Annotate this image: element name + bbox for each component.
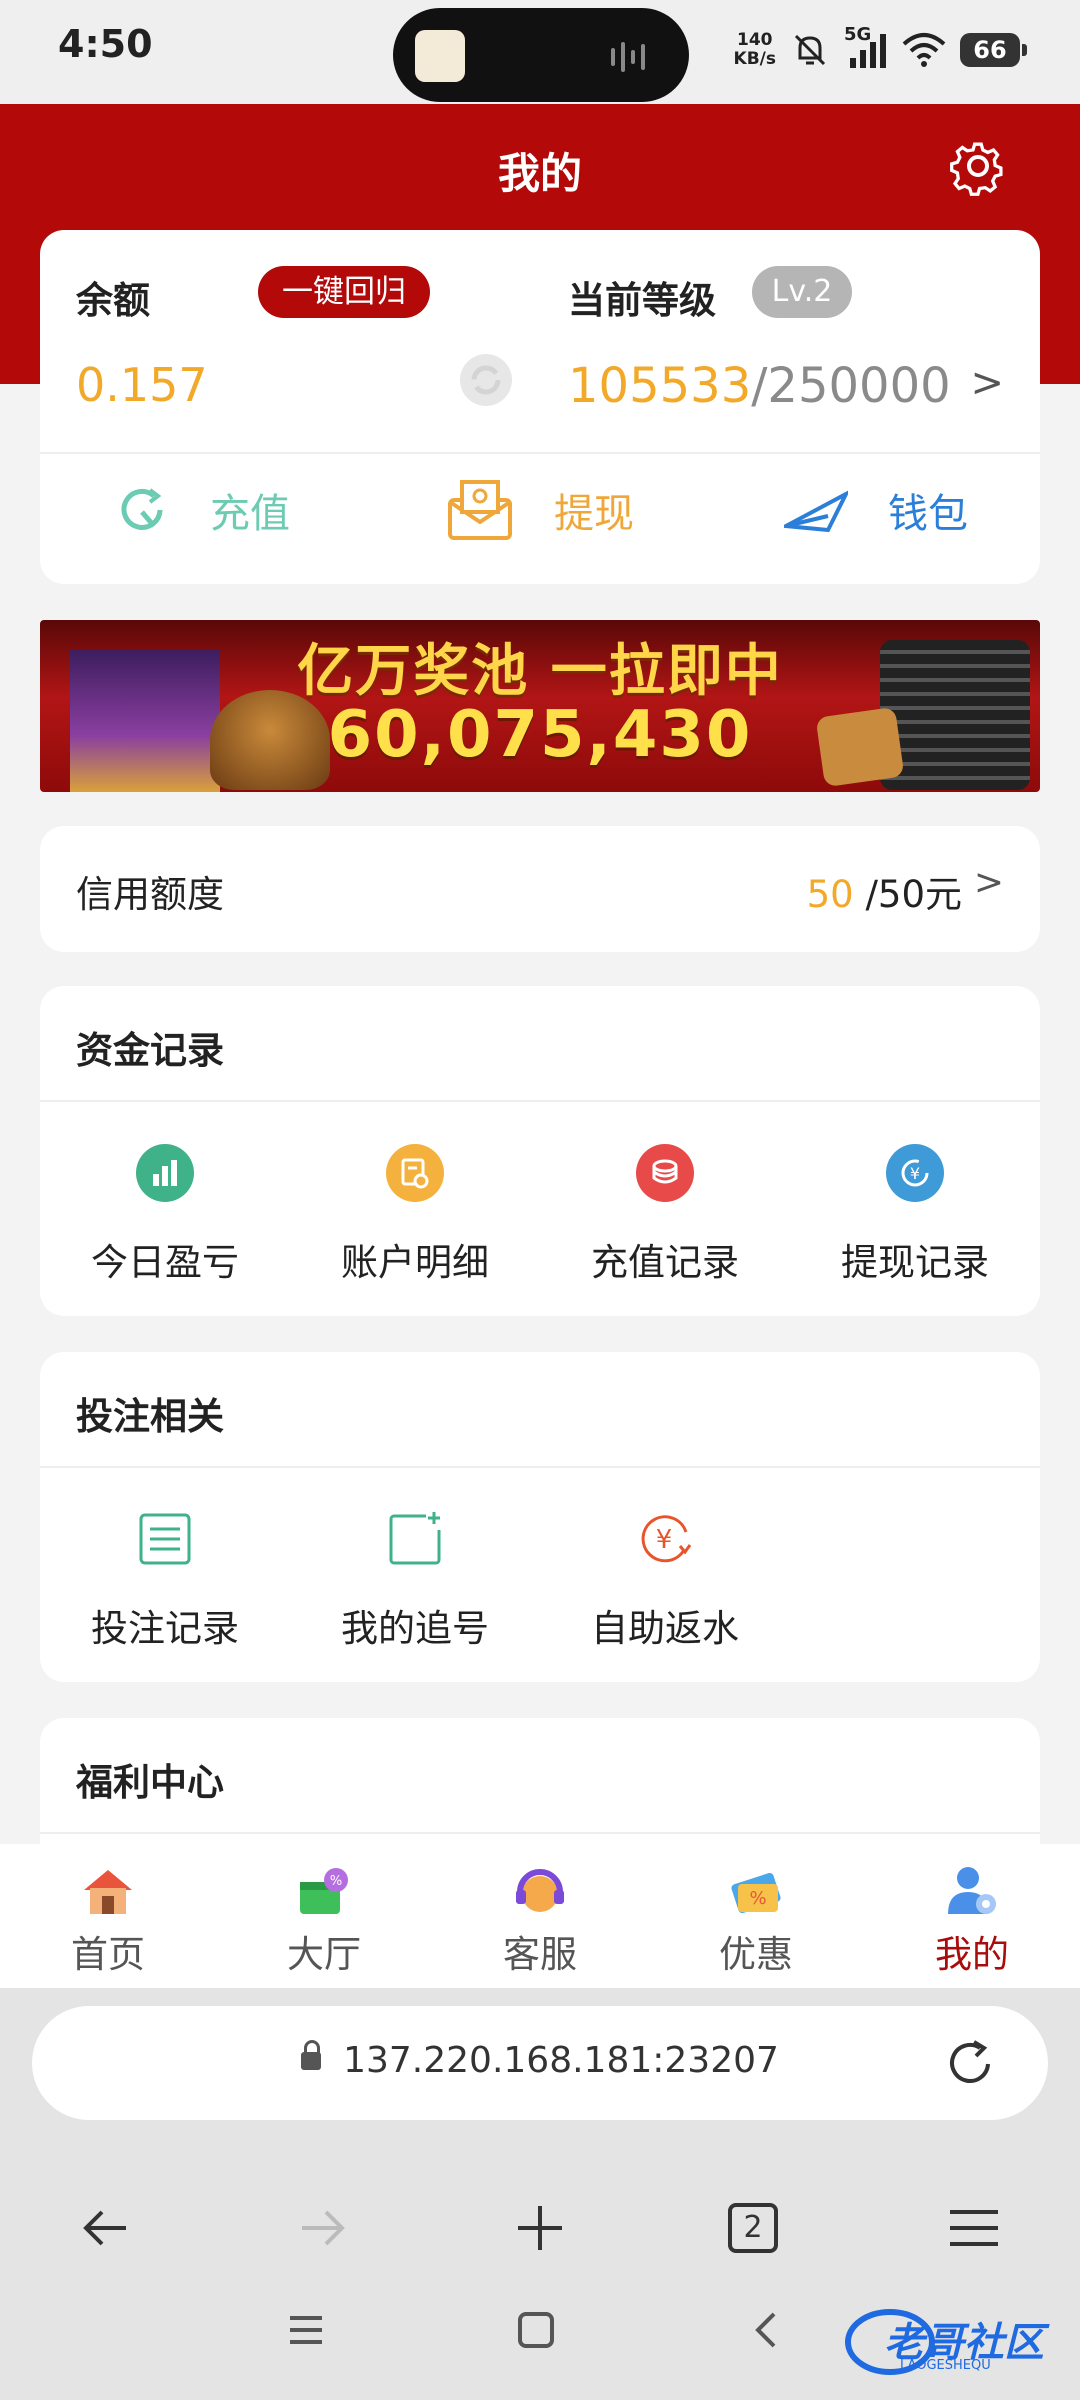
- credit-limit-row[interactable]: 信用额度 50 /50元 >: [40, 826, 1040, 952]
- svg-text:%: %: [749, 1888, 766, 1909]
- credit-value: 50 /50元: [806, 873, 962, 916]
- refresh-icon: [471, 365, 501, 395]
- gift-icon: %: [296, 1864, 352, 1918]
- forward-arrow-icon: [302, 2210, 345, 2246]
- balance-value: 0.157: [76, 358, 208, 412]
- media-thumbnail: [415, 30, 465, 82]
- balance-label: 余额: [76, 279, 150, 322]
- dynamic-island[interactable]: [393, 8, 689, 102]
- level-arrow[interactable]: >: [970, 360, 1004, 406]
- wallet-button[interactable]: 钱包: [784, 470, 968, 550]
- jackpot-amount: 60,075,430: [327, 698, 753, 772]
- headset-icon: [512, 1864, 568, 1918]
- svg-text:¥: ¥: [910, 1164, 920, 1183]
- recharge-button[interactable]: 充值: [114, 470, 290, 550]
- url-bar[interactable]: 137.220.168.181:23207: [32, 2006, 1048, 2120]
- home-square-icon[interactable]: [516, 2310, 556, 2350]
- nav-item-mine[interactable]: 我的: [892, 1864, 1052, 1978]
- withdraw-button[interactable]: 提现: [446, 470, 634, 550]
- lock-icon: [301, 2040, 322, 2070]
- url-display[interactable]: 137.220.168.181:23207: [32, 2040, 1048, 2081]
- yuan-cycle-icon: ¥: [886, 1144, 944, 1202]
- fund-records-title: 资金记录: [76, 1029, 224, 1072]
- page-title: 我的: [497, 149, 582, 198]
- bet-related-title: 投注相关: [76, 1395, 224, 1438]
- status-bar: 4:50 140 KB/s 5G 66: [0, 0, 1080, 104]
- withdraw-records-item[interactable]: ¥ 提现记录: [790, 1144, 1040, 1286]
- nav-item-promotions[interactable]: % 优惠: [676, 1864, 836, 1978]
- svg-text:¥: ¥: [656, 1525, 673, 1555]
- nav-item-home[interactable]: 首页: [28, 1864, 188, 1978]
- system-back-icon[interactable]: [746, 2310, 786, 2350]
- jackpot-banner[interactable]: 亿万奖池 一拉即中 60,075,430: [40, 620, 1040, 792]
- nav-item-customer-service[interactable]: 客服: [460, 1864, 620, 1978]
- one-click-recall-button[interactable]: 一键回归: [258, 266, 430, 318]
- divider: [40, 1832, 1040, 1834]
- withdraw-envelope-icon: [448, 480, 512, 540]
- add-square-icon: [386, 1510, 444, 1568]
- status-time: 4:50: [58, 22, 153, 66]
- welfare-center-title: 福利中心: [76, 1761, 224, 1804]
- coins-icon: [636, 1144, 694, 1202]
- list-icon: [136, 1510, 194, 1568]
- balance-card: 余额 一键回归 当前等级 Lv.2 0.157 105533/250000 > …: [40, 230, 1040, 584]
- credit-arrow[interactable]: >: [974, 862, 1004, 903]
- today-profit-loss-item[interactable]: 今日盈亏: [40, 1144, 290, 1286]
- bottom-nav: 首页 % 大厅 客服 % 优惠 我的: [0, 1844, 1080, 1988]
- nav-item-lobby[interactable]: % 大厅: [244, 1864, 404, 1978]
- tab-count-button[interactable]: 2: [728, 2203, 778, 2253]
- level-label: 当前等级: [568, 279, 716, 322]
- menu-icon[interactable]: [944, 2198, 1004, 2258]
- chart-bar-icon: [136, 1144, 194, 1202]
- level-badge: Lv.2: [752, 266, 852, 318]
- recent-apps-icon[interactable]: [286, 2310, 326, 2350]
- banner-title: 亿万奖池 一拉即中: [297, 639, 783, 704]
- watermark-logo: 老哥社区 LAOGESHEQU: [840, 2300, 1070, 2380]
- recharge-icon: [121, 488, 163, 530]
- ticket-icon: %: [728, 1864, 784, 1918]
- account-details-item[interactable]: 账户明细: [290, 1144, 540, 1286]
- refresh-balance-button[interactable]: [460, 354, 512, 406]
- divider: [40, 1466, 1040, 1468]
- cellular-signal-icon: 5G: [844, 24, 888, 70]
- mute-bell-icon: [794, 34, 826, 66]
- credit-label: 信用额度: [76, 873, 224, 916]
- network-speed: 140 KB/s: [733, 30, 776, 69]
- new-tab-plus-icon[interactable]: [510, 2198, 570, 2258]
- bet-records-item[interactable]: 投注记录: [40, 1510, 290, 1652]
- wallet-plane-icon: [784, 490, 848, 533]
- user-icon: [944, 1864, 1000, 1918]
- my-chase-number-item[interactable]: 我的追号: [290, 1510, 540, 1652]
- back-arrow-icon[interactable]: [76, 2198, 136, 2258]
- self-rebate-item[interactable]: ¥ 自助返水: [540, 1510, 790, 1652]
- fund-records-card: 资金记录 今日盈亏 账户明细 充值记录 ¥ 提现记录: [40, 986, 1040, 1316]
- reload-icon[interactable]: [944, 2036, 998, 2090]
- divider: [40, 1100, 1040, 1102]
- battery-icon: 66: [960, 33, 1027, 67]
- svg-text:%: %: [330, 1874, 342, 1889]
- recharge-records-item[interactable]: 充值记录: [540, 1144, 790, 1286]
- gear-icon[interactable]: [948, 136, 1008, 196]
- level-progress[interactable]: 105533/250000: [568, 358, 951, 414]
- document-search-icon: [386, 1144, 444, 1202]
- wifi-icon: [902, 33, 946, 67]
- divider: [40, 452, 1040, 454]
- bet-related-card: 投注相关 投注记录 我的追号 ¥ 自助返水: [40, 1352, 1040, 1682]
- audio-wave-icon: [611, 42, 661, 72]
- yuan-refresh-icon: ¥: [636, 1510, 694, 1568]
- status-icons: 140 KB/s 5G 66: [733, 20, 1027, 80]
- house-icon: [80, 1864, 136, 1918]
